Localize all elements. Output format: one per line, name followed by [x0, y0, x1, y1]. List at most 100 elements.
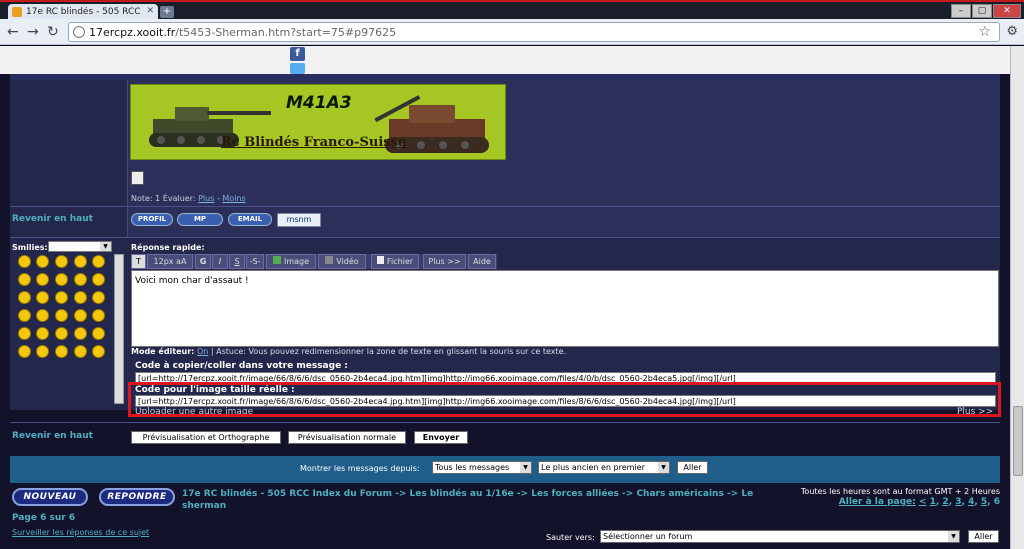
- smiley-icon[interactable]: [55, 255, 68, 268]
- reload-icon[interactable]: ↻: [47, 24, 59, 40]
- smiley-icon[interactable]: [92, 255, 105, 268]
- smilies-scrollbar[interactable]: [114, 254, 124, 404]
- smiley-icon[interactable]: [74, 327, 87, 340]
- page-prev-link[interactable]: <: [919, 497, 927, 507]
- font-size-label: 12px: [153, 257, 174, 266]
- file-button[interactable]: Fichier: [371, 254, 419, 269]
- close-tab-icon[interactable]: ✕: [146, 6, 154, 16]
- browser-toolbar: ← → ↻ 17ercpz.xooit.fr/t5453-Sherman.htm…: [0, 19, 1024, 45]
- row-divider: [10, 422, 1000, 423]
- address-bar[interactable]: 17ercpz.xooit.fr/t5453-Sherman.htm?start…: [68, 22, 1000, 42]
- preview-spellcheck-button[interactable]: Prévisualisation et Orthographe: [131, 431, 281, 444]
- smiley-icon[interactable]: [18, 345, 31, 358]
- image-button[interactable]: Image: [266, 254, 316, 269]
- smiley-icon[interactable]: [55, 273, 68, 286]
- smiley-icon[interactable]: [92, 309, 105, 322]
- smiley-icon[interactable]: [92, 291, 105, 304]
- facebook-icon[interactable]: f: [290, 47, 305, 61]
- back-to-top-link[interactable]: Revenir en haut: [12, 214, 93, 224]
- smiley-icon[interactable]: [36, 327, 49, 340]
- scrollbar-thumb[interactable]: [1013, 406, 1023, 476]
- smiley-icon[interactable]: [74, 273, 87, 286]
- bold-button[interactable]: G: [195, 254, 211, 269]
- profile-button[interactable]: PROFIL: [131, 213, 173, 226]
- rate-plus-link[interactable]: Plus: [198, 194, 214, 203]
- smiley-icon[interactable]: [18, 309, 31, 322]
- jump-go-button[interactable]: Aller: [968, 530, 999, 543]
- page-link[interactable]: 3: [955, 497, 961, 507]
- smiley-icon[interactable]: [92, 327, 105, 340]
- msnm-button[interactable]: msnm: [277, 213, 321, 227]
- page-scrollbar[interactable]: [1010, 46, 1024, 549]
- highlight-box: [128, 382, 1001, 417]
- page-link[interactable]: 2: [942, 497, 948, 507]
- filter-go-button[interactable]: Aller: [677, 461, 708, 474]
- twitter-icon[interactable]: [290, 63, 305, 74]
- font-size-button[interactable]: 12px aA: [147, 254, 193, 269]
- smiley-icon[interactable]: [18, 291, 31, 304]
- smiley-icon[interactable]: [36, 291, 49, 304]
- reply-button[interactable]: REPONDRE: [99, 488, 175, 506]
- jump-select[interactable]: Sélectionner un forum ▼: [600, 530, 960, 543]
- smiley-icon[interactable]: [36, 273, 49, 286]
- smiley-icon[interactable]: [55, 309, 68, 322]
- breadcrumb[interactable]: 17e RC blindés - 505 RCC Index du Forum …: [182, 488, 772, 512]
- new-tab-button[interactable]: +: [160, 6, 174, 18]
- tab-title: 17e RC blindés - 505 RCC: [26, 7, 141, 17]
- smiley-icon[interactable]: [36, 345, 49, 358]
- email-button[interactable]: EMAIL: [228, 213, 272, 226]
- since-value: Tous les messages: [435, 463, 510, 472]
- bookmark-star-icon[interactable]: ☆: [978, 24, 991, 40]
- pm-button[interactable]: MP: [177, 213, 223, 226]
- page-link[interactable]: 4: [968, 497, 974, 507]
- smiley-icon[interactable]: [18, 327, 31, 340]
- strike-button[interactable]: -S-: [246, 254, 264, 269]
- text-color-icon[interactable]: T: [131, 254, 146, 269]
- minimize-icon[interactable]: –: [951, 4, 971, 18]
- preview-button[interactable]: Prévisualisation normale: [288, 431, 406, 444]
- maximize-icon[interactable]: ▢: [972, 4, 992, 18]
- smiley-icon[interactable]: [18, 255, 31, 268]
- underline-button[interactable]: S: [229, 254, 245, 269]
- forward-icon[interactable]: →: [27, 24, 39, 40]
- send-button[interactable]: Envoyer: [414, 431, 468, 444]
- image-placeholder-icon[interactable]: [131, 171, 144, 185]
- editor-mode-toggle[interactable]: On: [197, 347, 208, 356]
- smiley-icon[interactable]: [18, 273, 31, 286]
- smiley-icon[interactable]: [55, 327, 68, 340]
- file-button-label: Fichier: [386, 257, 414, 266]
- banner-subtitle: Rc Blindés Franco-Suisse: [221, 135, 407, 150]
- smilies-select[interactable]: ▼: [48, 241, 112, 252]
- smiley-icon[interactable]: [36, 255, 49, 268]
- back-icon[interactable]: ←: [7, 24, 19, 40]
- smiley-icon[interactable]: [74, 291, 87, 304]
- smiley-icon[interactable]: [74, 309, 87, 322]
- smiley-icon[interactable]: [92, 273, 105, 286]
- smiley-icon[interactable]: [55, 291, 68, 304]
- smiley-icon[interactable]: [36, 309, 49, 322]
- order-select[interactable]: Le plus ancien en premier ▼: [538, 461, 670, 474]
- italic-button[interactable]: I: [212, 254, 228, 269]
- rate-minus-link[interactable]: Moins: [222, 194, 245, 203]
- editor-tip: | Astuce: Vous pouvez redimensionner la …: [208, 347, 567, 356]
- chevron-down-icon: ▼: [100, 242, 111, 251]
- close-window-icon[interactable]: ✕: [993, 4, 1021, 18]
- current-page: 6: [993, 497, 1000, 507]
- help-button[interactable]: Aide: [468, 254, 496, 269]
- order-value: Le plus ancien en premier: [541, 463, 645, 472]
- more-button[interactable]: Plus >>: [423, 254, 466, 269]
- back-to-top-link[interactable]: Revenir en haut: [12, 431, 93, 441]
- page-link[interactable]: 5: [981, 497, 987, 507]
- page-link[interactable]: 1: [930, 497, 936, 507]
- goto-page-link[interactable]: Aller à la page:: [839, 497, 916, 507]
- message-textarea[interactable]: Voici mon char d'assaut !: [131, 270, 999, 347]
- smiley-icon[interactable]: [92, 345, 105, 358]
- since-select[interactable]: Tous les messages ▼: [432, 461, 532, 474]
- new-topic-button[interactable]: NOUVEAU: [12, 488, 88, 506]
- smiley-icon[interactable]: [55, 345, 68, 358]
- smiley-icon[interactable]: [74, 345, 87, 358]
- smiley-icon[interactable]: [74, 255, 87, 268]
- watch-topic-link[interactable]: Surveiller les réponses de ce sujet: [12, 528, 149, 537]
- video-button[interactable]: Vidéo: [318, 254, 366, 269]
- wrench-icon[interactable]: ⚙: [1006, 24, 1018, 39]
